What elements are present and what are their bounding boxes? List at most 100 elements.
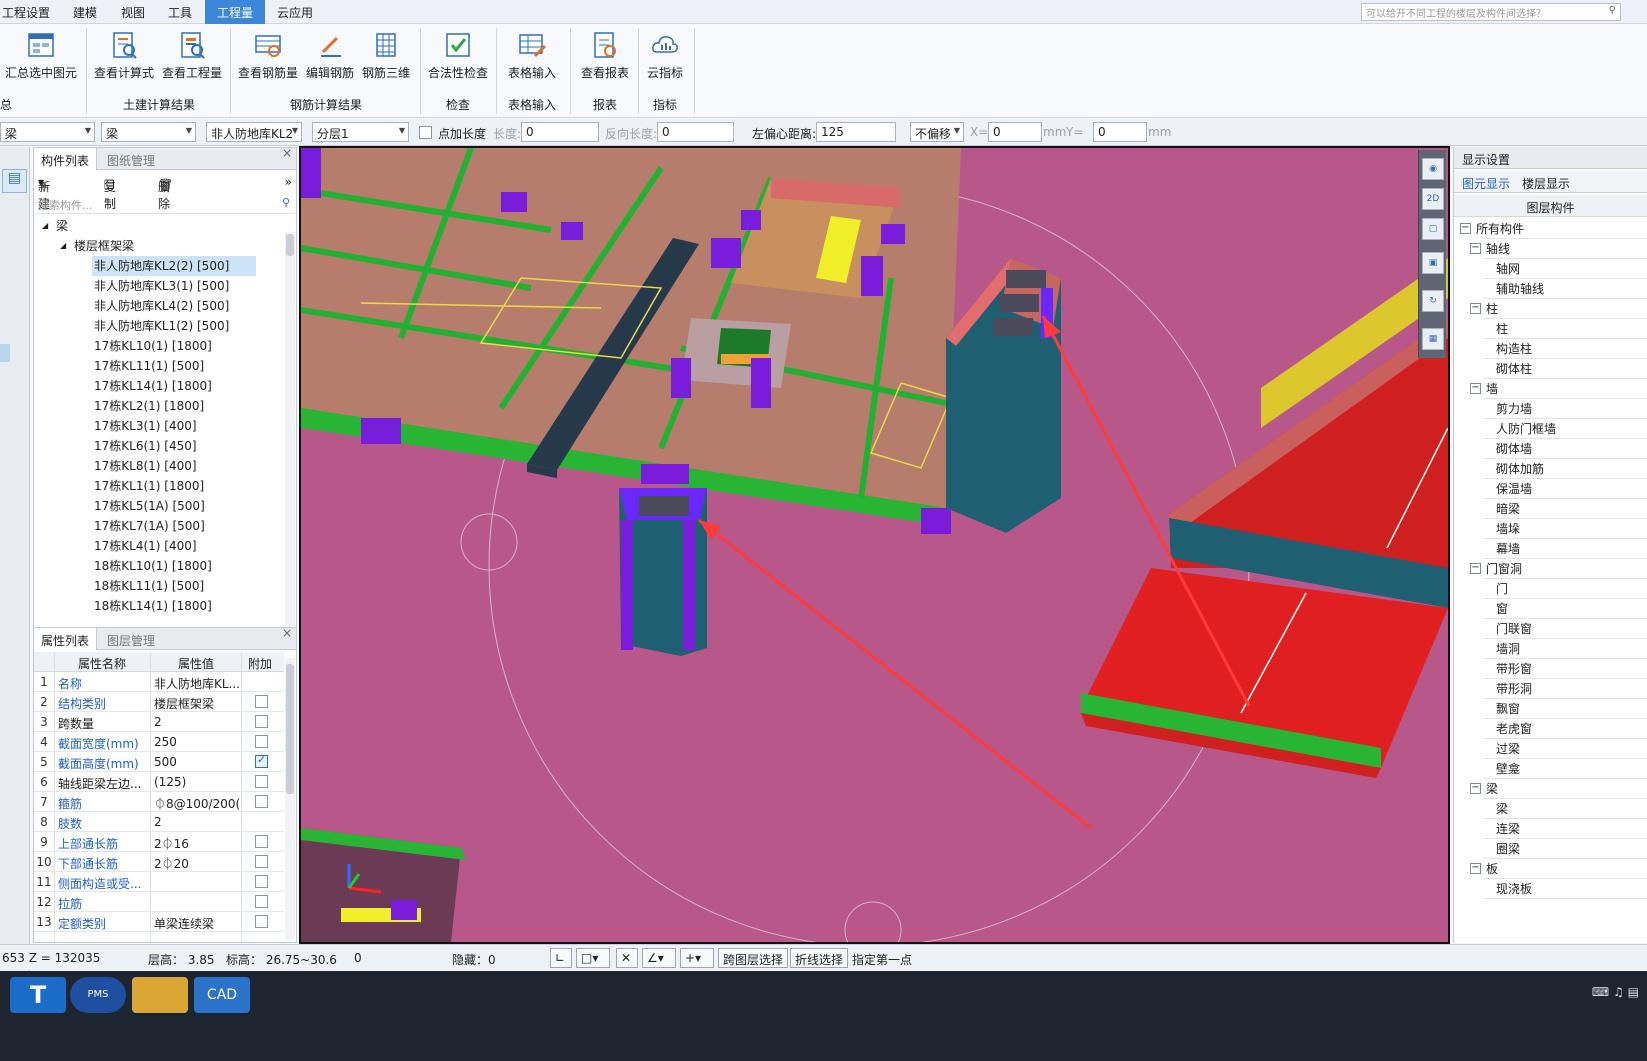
3d-viewport[interactable]: ◉ 2D ▢ ▣ ↻ ▦ xyxy=(299,146,1450,944)
tab-floor-display[interactable]: 楼层显示 xyxy=(1522,175,1570,192)
component-list-item[interactable]: 17栋KL14(1) [1800] xyxy=(92,376,212,396)
reverse-length-input[interactable]: 0 xyxy=(657,122,734,142)
component-list-item[interactable]: 非人防地库KL4(2) [500] xyxy=(92,296,229,316)
view-settings-icon[interactable]: ▦ xyxy=(1422,328,1444,350)
attribute-row[interactable]: 1 名称 非人防地库KL... xyxy=(34,672,284,692)
attribute-row[interactable]: 5 截面高度(mm) 500 xyxy=(34,752,284,772)
component-list-item[interactable]: 18栋KL11(1) [500] xyxy=(92,576,204,596)
tab-drawing-management[interactable]: 图纸管理 xyxy=(100,148,162,170)
offset-icon[interactable]: +▾ xyxy=(680,948,714,968)
component-select[interactable]: 非人防地库KL2 ▼ xyxy=(206,122,302,142)
attribute-value[interactable]: 2 xyxy=(154,715,240,729)
attribute-row[interactable]: 4 截面宽度(mm) 250 xyxy=(34,732,284,752)
menu-tools[interactable]: 工具 xyxy=(168,4,192,21)
attach-checkbox[interactable] xyxy=(255,715,268,728)
menu-project-settings[interactable]: 工程设置 xyxy=(2,4,50,21)
component-list-item[interactable]: 17栋KL2(1) [1800] xyxy=(92,396,204,416)
display-tree-item[interactable]: 门联窗 xyxy=(1496,619,1532,639)
expand-arrow-icon[interactable]: ◢ xyxy=(60,236,66,256)
display-tree-item[interactable]: 柱 xyxy=(1486,299,1498,319)
tab-component-list[interactable]: 构件列表 xyxy=(34,148,98,170)
attribute-row[interactable]: 10 下部通长筋 2⏀20 xyxy=(34,852,284,872)
view-formula-button[interactable]: 查看计算式 xyxy=(92,30,156,81)
component-list-item[interactable]: 17栋KL7(1A) [500] xyxy=(92,516,205,536)
display-tree-item[interactable]: 砌体墙 xyxy=(1496,439,1532,459)
component-list-item[interactable]: 17栋KL3(1) [400] xyxy=(92,416,197,436)
angle-icon[interactable]: ∠▾ xyxy=(642,948,676,968)
display-tree-item[interactable]: 连梁 xyxy=(1496,819,1520,839)
display-tree-item[interactable]: 柱 xyxy=(1496,319,1508,339)
display-tree-item[interactable]: 飘窗 xyxy=(1496,699,1520,719)
keyboard-icon[interactable]: ⌨ xyxy=(1592,985,1609,999)
2d-view-button[interactable]: 2D xyxy=(1422,188,1444,210)
attach-checkbox[interactable] xyxy=(255,915,268,928)
attribute-value[interactable]: ⏀8@100/200(2) xyxy=(154,795,240,812)
tree-group-floor-frame-beam[interactable]: 楼层框架梁 xyxy=(74,236,134,256)
tree-root-beam[interactable]: 梁 xyxy=(56,216,68,236)
attribute-value[interactable]: 单梁连续梁 xyxy=(154,915,240,932)
display-tree-item[interactable]: 梁 xyxy=(1496,799,1508,819)
cross-layer-select-button[interactable]: 跨图层选择 xyxy=(718,948,789,968)
object-snap-icon[interactable]: □▾ xyxy=(576,948,610,968)
attribute-value[interactable]: 2 xyxy=(154,815,240,829)
3d-model-render[interactable] xyxy=(301,148,1448,942)
display-tree-item[interactable]: 门窗洞 xyxy=(1486,559,1522,579)
component-search-input[interactable]: 搜索构件... ⚲ xyxy=(36,194,294,214)
attach-checkbox[interactable] xyxy=(255,835,268,848)
component-list-item[interactable]: 17栋KL4(1) [400] xyxy=(92,536,197,556)
component-list-item[interactable]: 17栋KL1(1) [1800] xyxy=(92,476,204,496)
table-input-button[interactable]: 表格输入 xyxy=(500,30,564,81)
validity-check-button[interactable]: 合法性检查 xyxy=(424,30,492,81)
attribute-row[interactable]: 13 定额类别 单梁连续梁 xyxy=(34,912,284,932)
network-icon[interactable]: ▤ xyxy=(1628,985,1639,999)
new-button[interactable]: ✎ 新建 ▾ xyxy=(38,175,50,211)
taskbar-file-explorer-icon[interactable] xyxy=(132,977,188,1013)
tab-attribute-list[interactable]: 属性列表 xyxy=(34,628,98,650)
help-search-input[interactable]: 可以给开不同工程的楼层及构件间选择？ ⚲ xyxy=(1361,3,1621,21)
display-tree-item[interactable]: 窗 xyxy=(1496,599,1508,619)
collapse-toggle-icon[interactable]: − xyxy=(1470,383,1481,394)
summarize-selected-button[interactable]: 汇总选中图元 xyxy=(4,30,78,81)
display-tree-item[interactable]: 门 xyxy=(1496,579,1508,599)
taskbar-app-cad[interactable]: CAD xyxy=(194,977,250,1013)
component-list-item[interactable]: 非人防地库KL3(1) [500] xyxy=(92,276,229,296)
attribute-value[interactable]: 楼层框架梁 xyxy=(154,695,240,712)
search-icon[interactable]: ⚲ xyxy=(1609,5,1616,16)
dynamic-observe-icon[interactable]: ◉ xyxy=(1422,158,1444,180)
speaker-icon[interactable]: ♫ xyxy=(1613,985,1624,999)
display-tree-item[interactable]: 暗梁 xyxy=(1496,499,1520,519)
left-offset-input[interactable]: 125 xyxy=(816,122,896,142)
attribute-value[interactable]: 非人防地库KL... xyxy=(154,675,240,692)
attribute-row[interactable]: 3 跨数量 2 xyxy=(34,712,284,732)
attribute-row[interactable]: 12 拉筋 xyxy=(34,892,284,912)
taskbar-app-pms[interactable]: PMS xyxy=(70,977,126,1013)
display-tree-item[interactable]: 现浇板 xyxy=(1496,879,1532,899)
collapse-toggle-icon[interactable]: − xyxy=(1470,783,1481,794)
display-tree-item[interactable]: 轴网 xyxy=(1496,259,1520,279)
display-tree-item[interactable]: 墙 xyxy=(1486,379,1498,399)
display-tree-item[interactable]: 所有构件 xyxy=(1476,219,1524,239)
x-input[interactable]: 0 xyxy=(988,122,1042,142)
attach-checkbox[interactable] xyxy=(255,795,268,808)
rebar-3d-button[interactable]: 钢筋三维 xyxy=(358,30,414,81)
y-input[interactable]: 0 xyxy=(1093,122,1147,142)
close-icon[interactable]: × xyxy=(282,146,292,160)
attribute-scrollbar[interactable] xyxy=(285,658,295,940)
menu-quantities[interactable]: 工程量 xyxy=(205,0,266,24)
display-tree-item[interactable]: 梁 xyxy=(1486,779,1498,799)
attach-checkbox[interactable] xyxy=(255,775,268,788)
close-icon[interactable]: × xyxy=(282,626,292,640)
tree-scrollbar-thumb[interactable] xyxy=(286,234,294,256)
attribute-value[interactable]: 2⏀20 xyxy=(154,855,240,872)
attribute-value[interactable]: 250 xyxy=(154,735,240,749)
view-cube-icon[interactable]: ▣ xyxy=(1422,252,1444,274)
display-tree-item[interactable]: 幕墙 xyxy=(1496,539,1520,559)
display-tree-item[interactable]: 带形窗 xyxy=(1496,659,1532,679)
menu-modeling[interactable]: 建模 xyxy=(73,4,97,21)
menu-view[interactable]: 视图 xyxy=(121,4,145,21)
attach-checkbox[interactable] xyxy=(255,855,268,868)
expand-arrow-icon[interactable]: ◢ xyxy=(42,216,48,236)
tree-scrollbar[interactable] xyxy=(285,232,295,650)
display-tree-item[interactable]: 壁龛 xyxy=(1496,759,1520,779)
view-quantity-button[interactable]: 查看工程量 xyxy=(160,30,224,81)
